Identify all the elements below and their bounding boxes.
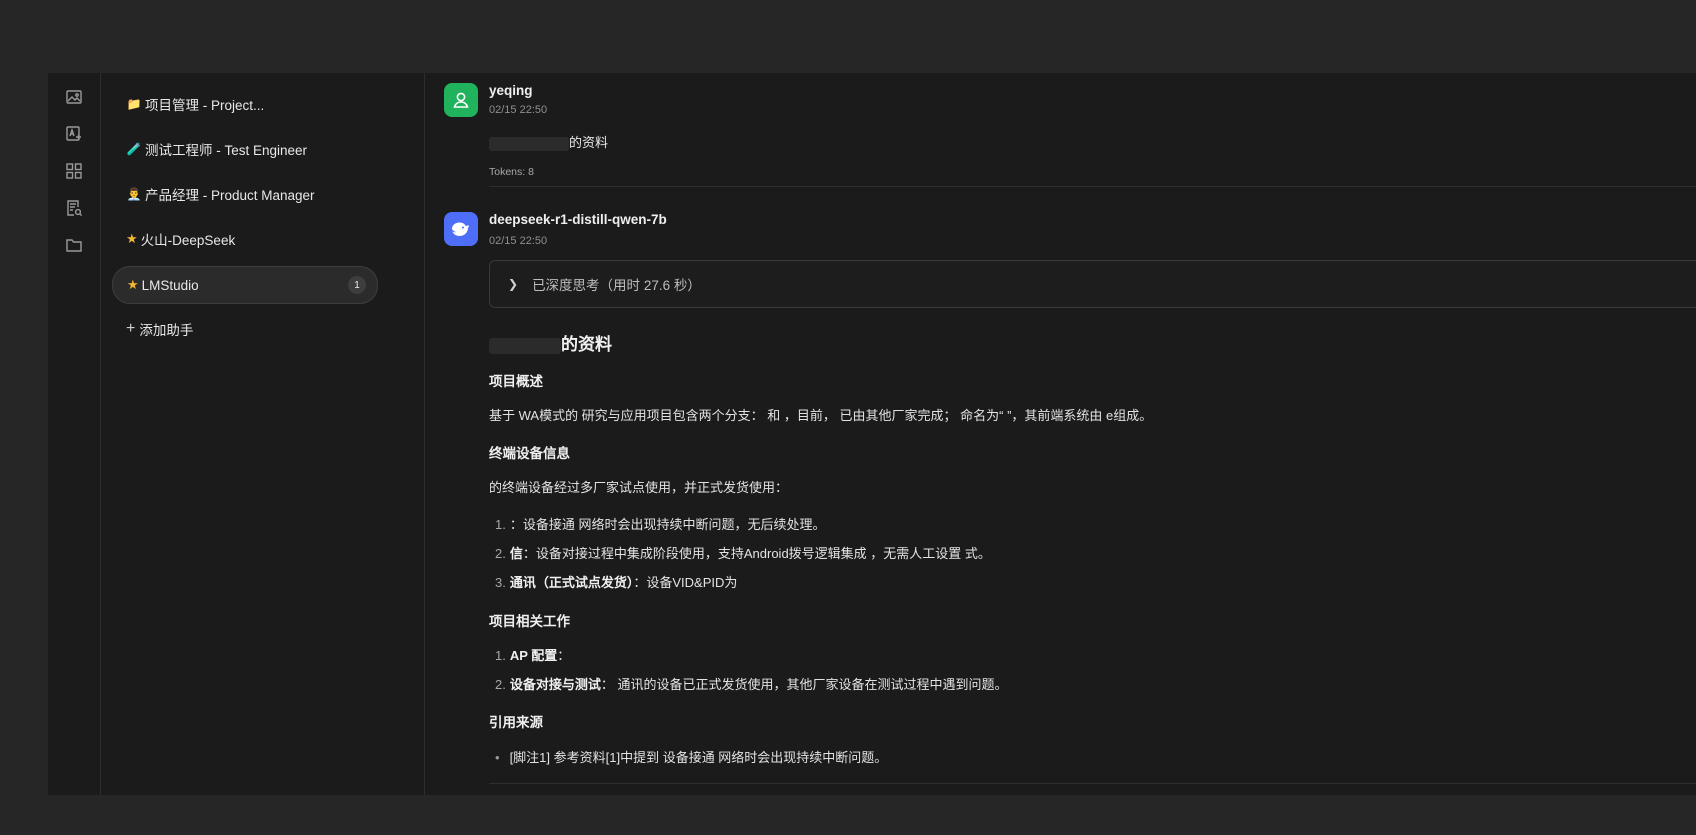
list-item: • [脚注1] 参考资料[1]中提到 设备接通 网络时会出现持续中断问题。 — [495, 747, 887, 766]
star-icon: ★ — [126, 231, 138, 246]
folder-icon[interactable] — [64, 235, 84, 255]
user-message-time: 02/15 22:50 — [489, 104, 548, 116]
section-heading: 终端设备信息 — [489, 446, 570, 461]
bot-message-time: 02/15 22:50 — [489, 235, 548, 247]
assistant-label: 产品经理 - Product Manager — [145, 188, 315, 203]
list-item-text: ： 通讯的设备已正式发货使用，其他厂家设备在测试过程中遇到问题。 — [600, 677, 1008, 692]
assistant-item-test-engineer[interactable]: 🧪 测试工程师 - Test Engineer — [112, 131, 378, 167]
apps-grid-icon[interactable] — [64, 161, 84, 181]
user-name: yeqing — [489, 83, 533, 98]
folder-emoji-icon: 📁 — [126, 97, 142, 111]
answer-title: 的资料 — [489, 330, 612, 355]
section-heading: 引用来源 — [489, 715, 543, 730]
assistant-item-product-manager[interactable]: 👨‍💼 产品经理 - Product Manager — [112, 176, 378, 212]
list-item-bold: 通讯（正式试点发货） — [509, 575, 634, 590]
bot-model-name: deepseek-r1-distill-qwen-7b — [489, 212, 667, 227]
user-icon — [453, 92, 469, 108]
section-heading: 项目相关工作 — [489, 614, 570, 629]
answer-title-text: 的资料 — [561, 335, 612, 354]
chevron-right-icon: ❯ — [508, 277, 519, 291]
message-divider — [489, 186, 1696, 187]
list-number: 1. — [495, 648, 506, 663]
bot-avatar — [444, 212, 478, 246]
topic-count-badge: 1 — [348, 276, 366, 294]
app-window: 📁 项目管理 - Project... 🧪 测试工程师 - Test Engin… — [48, 73, 1696, 795]
list-item-text: [脚注1] 参考资料[1]中提到 设备接通 网络时会出现持续中断问题。 — [509, 750, 888, 765]
user-message-text: 的资料 — [489, 132, 608, 151]
assistant-item-lmstudio[interactable]: ★ LMStudio 1 — [112, 266, 378, 304]
test-tube-emoji-icon: 🧪 — [126, 142, 142, 156]
list-item: 3. 通讯（正式试点发货）：设备VID&PID为 — [495, 572, 737, 591]
user-avatar — [444, 83, 478, 117]
list-number: 3. — [495, 575, 506, 590]
user-message-content: 的资料 — [569, 135, 609, 150]
assistant-label: 火山-DeepSeek — [140, 233, 236, 248]
deepseek-whale-icon — [452, 222, 470, 236]
add-assistant-label: 添加助手 — [139, 323, 194, 338]
chat-panel: yeqing 02/15 22:50 的资料 Tokens: 8 deepsee… — [424, 73, 1696, 795]
list-item-text: ：设备接通 网络时会出现持续中断问题，无后续处理。 — [509, 517, 826, 532]
list-number: 1. — [495, 517, 506, 532]
assistant-label: LMStudio — [141, 277, 199, 293]
message-divider — [489, 783, 1696, 784]
thinking-label: 已深度思考（用时 27.6 秒） — [532, 278, 701, 293]
section-paragraph: 基于 WA模式的 研究与应用项目包含两个分支： 和 ，目前， 已由其他厂家完成；… — [489, 408, 1153, 423]
thinking-collapse-button[interactable]: ❯ 已深度思考（用时 27.6 秒） — [489, 260, 1696, 308]
star-icon: ★ — [127, 277, 139, 292]
list-item-bold: 设备对接与测试 — [509, 677, 601, 692]
section-heading: 项目概述 — [489, 374, 543, 389]
image-icon[interactable] — [64, 87, 84, 107]
list-item: 1. AP 配置： — [495, 645, 570, 664]
list-item: 1. ：设备接通 网络时会出现持续中断问题，无后续处理。 — [495, 514, 825, 533]
assistant-item-project-manager[interactable]: 📁 项目管理 - Project... — [112, 86, 378, 122]
redacted-region — [489, 337, 561, 354]
assistant-label: 项目管理 - Project... — [145, 98, 265, 113]
list-item-text: ：设备对接过程中集成阶段使用，支持Android拨号逻辑集成 ，无需人工设置 式… — [522, 546, 991, 561]
list-item: 2. 信：设备对接过程中集成阶段使用，支持Android拨号逻辑集成 ，无需人工设… — [495, 543, 991, 562]
add-assistant-button[interactable]: + 添加助手 — [112, 311, 378, 347]
assistant-item-volcano-deepseek[interactable]: ★ 火山-DeepSeek — [112, 221, 378, 257]
section-paragraph: 的终端设备经过多厂家试点使用，并正式发货使用： — [489, 480, 789, 495]
plus-icon: + — [126, 320, 136, 337]
image-edit-icon[interactable] — [64, 124, 84, 144]
list-item-text: ：设备VID&PID为 — [633, 575, 738, 590]
document-search-icon[interactable] — [64, 198, 84, 218]
list-item-bold: 信 — [509, 546, 523, 561]
list-number: 2. — [495, 546, 506, 561]
person-emoji-icon: 👨‍💼 — [126, 187, 142, 201]
redacted-region — [489, 136, 569, 151]
user-token-count: Tokens: 8 — [489, 166, 534, 178]
list-item: 2. 设备对接与测试： 通讯的设备已正式发货使用，其他厂家设备在测试过程中遇到问题… — [495, 674, 1007, 693]
bullet-dot: • — [495, 750, 500, 765]
list-item-bold: AP 配置 — [509, 648, 558, 663]
list-number: 2. — [495, 677, 506, 692]
icon-rail — [48, 73, 100, 795]
assistant-label: 测试工程师 - Test Engineer — [145, 143, 308, 158]
list-item-text: ： — [557, 648, 571, 663]
assistant-list: 📁 项目管理 - Project... 🧪 测试工程师 - Test Engin… — [100, 73, 425, 795]
